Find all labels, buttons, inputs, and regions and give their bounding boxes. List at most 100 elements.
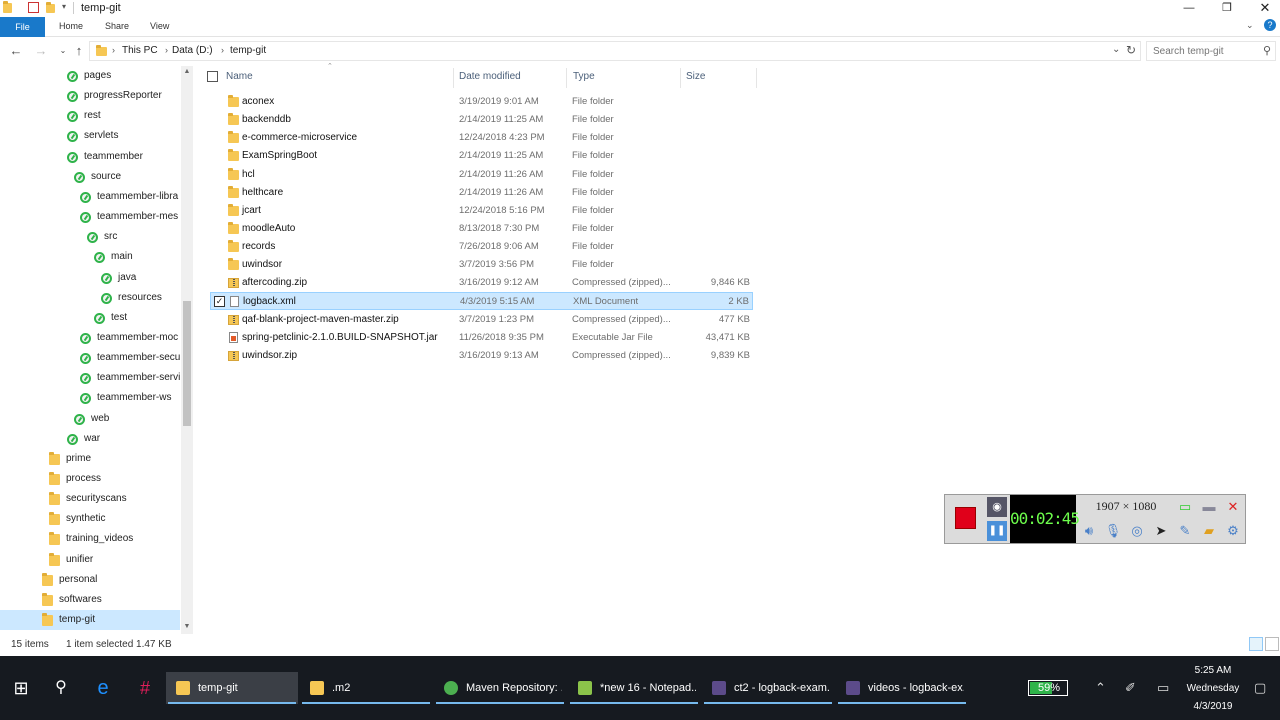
nav-tree-item[interactable]: process bbox=[0, 469, 180, 489]
nav-tree-item[interactable]: teammember-secu bbox=[0, 348, 180, 368]
nav-tree-item[interactable]: prime bbox=[0, 449, 180, 469]
nav-tree-item[interactable]: resources bbox=[0, 288, 180, 308]
notifications-icon[interactable]: ▢ bbox=[1254, 680, 1266, 696]
quick-access-dropdown-icon[interactable]: ▾ bbox=[62, 2, 72, 14]
file-row[interactable]: ExamSpringBoot 2/14/2019 11:25 AM File fol… bbox=[210, 147, 753, 165]
help-icon[interactable]: ? bbox=[1264, 19, 1276, 31]
search-icon[interactable]: ⚲ bbox=[40, 656, 82, 720]
nav-tree-item[interactable]: unifier bbox=[0, 550, 180, 570]
windows-start-icon[interactable]: ⊞ bbox=[0, 656, 42, 720]
nav-tree-item[interactable]: personal bbox=[0, 570, 180, 590]
column-divider[interactable] bbox=[680, 68, 681, 88]
nav-tree-item[interactable]: test bbox=[0, 308, 180, 328]
address-bar[interactable]: › This PC › Data (D:) › temp-git ⌄ ↻ bbox=[89, 41, 1141, 61]
nav-tree-item[interactable]: src bbox=[0, 227, 180, 247]
file-row[interactable]: aconex 3/19/2019 9:01 AM File folder bbox=[210, 93, 753, 111]
file-row[interactable]: e-commerce-microservice 12/24/2018 4:23 P… bbox=[210, 129, 753, 147]
webcam-icon[interactable]: ◎ bbox=[1127, 521, 1147, 541]
nav-tree-item[interactable]: teammember-ws bbox=[0, 388, 180, 408]
file-row[interactable]: qaf-blank-project-maven-master.zip 3/7/20… bbox=[210, 311, 753, 329]
nav-tree-item[interactable]: progressReporter bbox=[0, 86, 180, 106]
file-list-scrollbar[interactable] bbox=[1273, 66, 1280, 634]
microphone-icon[interactable]: 🎙︎ bbox=[1103, 521, 1123, 541]
nav-tree-item[interactable]: teammember bbox=[0, 147, 180, 167]
nav-tree-item[interactable]: teammember-moc bbox=[0, 328, 180, 348]
network-icon[interactable]: ▭ bbox=[1157, 680, 1169, 696]
address-dropdown-icon[interactable]: ⌄ bbox=[1112, 44, 1120, 55]
nav-tree-item[interactable]: teammember-servi bbox=[0, 368, 180, 388]
battery-indicator[interactable]: 59% bbox=[1028, 680, 1068, 696]
details-view-icon[interactable] bbox=[1249, 637, 1263, 651]
new-folder-icon[interactable] bbox=[46, 2, 55, 13]
file-row[interactable]: spring-petclinic-2.1.0.BUILD-SNAPSHOT.ja… bbox=[210, 329, 753, 347]
search-input[interactable] bbox=[1147, 42, 1275, 60]
cursor-icon[interactable]: ➤ bbox=[1151, 521, 1171, 541]
nav-tree-item[interactable]: training_videos bbox=[0, 529, 180, 549]
close-button[interactable]: ✕ bbox=[1246, 0, 1280, 16]
properties-icon[interactable] bbox=[28, 2, 39, 13]
recent-locations-icon[interactable]: ⌄ bbox=[55, 43, 71, 59]
open-folder-icon[interactable]: ▰ bbox=[1199, 521, 1219, 541]
camera-icon[interactable]: ◉ bbox=[987, 497, 1007, 517]
file-row[interactable]: moodleAuto 8/13/2018 7:30 PM File folder bbox=[210, 220, 753, 238]
search-icon[interactable]: ⚲ bbox=[1263, 44, 1271, 57]
taskbar-app-button[interactable]: temp-git bbox=[166, 672, 298, 704]
file-row[interactable]: hcl 2/14/2019 11:26 AM File folder bbox=[210, 166, 753, 184]
tab-home[interactable]: Home bbox=[59, 21, 83, 31]
taskbar-app-button[interactable]: .m2 bbox=[300, 672, 432, 704]
file-row[interactable]: jcart 12/24/2018 5:16 PM File folder bbox=[210, 202, 753, 220]
nav-tree-item[interactable]: web bbox=[0, 409, 180, 429]
settings-gear-icon[interactable]: ⚙ bbox=[1223, 521, 1243, 541]
speaker-icon[interactable]: 🔊︎ bbox=[1079, 521, 1099, 541]
nav-tree-item[interactable]: servlets bbox=[0, 126, 180, 146]
pause-icon[interactable]: ❚❚ bbox=[987, 521, 1007, 541]
nav-tree-item[interactable]: teammember-mes bbox=[0, 207, 180, 227]
search-box[interactable]: ⚲ bbox=[1146, 41, 1276, 61]
nav-tree-item[interactable]: synthetic bbox=[0, 509, 180, 529]
taskbar-app-button[interactable]: *new 16 - Notepad... bbox=[568, 672, 700, 704]
tab-file[interactable]: File bbox=[0, 17, 45, 37]
edge-icon[interactable]: e bbox=[82, 656, 124, 720]
nav-tree-item[interactable]: temp-git bbox=[0, 610, 180, 631]
nav-tree-item[interactable]: java bbox=[0, 268, 180, 288]
file-row[interactable]: ✓ logback.xml 4/3/2019 5:15 AM XML Document… bbox=[210, 292, 753, 311]
file-row[interactable]: helthcare 2/14/2019 11:26 AM File folder bbox=[210, 184, 753, 202]
column-header-size[interactable]: Size bbox=[686, 71, 705, 82]
column-header-type[interactable]: Type bbox=[573, 71, 595, 82]
row-checkbox[interactable]: ✓ bbox=[214, 296, 225, 308]
nav-tree-item[interactable]: pages bbox=[0, 66, 180, 86]
record-stop-button[interactable] bbox=[955, 507, 976, 529]
tab-view[interactable]: View bbox=[150, 21, 169, 31]
up-arrow-icon[interactable]: ↑ bbox=[71, 43, 87, 59]
nav-tree-item[interactable]: war bbox=[0, 429, 180, 449]
region-icon[interactable]: ▭ bbox=[1175, 497, 1195, 517]
pen-icon[interactable]: ✐ bbox=[1125, 680, 1136, 696]
column-divider[interactable] bbox=[566, 68, 567, 88]
nav-pane-scrollbar[interactable]: ▲ ▼ bbox=[181, 66, 193, 634]
expand-ribbon-icon[interactable]: ⌄ bbox=[1246, 20, 1254, 31]
large-icons-view-icon[interactable] bbox=[1265, 637, 1279, 651]
taskbar-app-button[interactable]: Maven Repository: ... bbox=[434, 672, 566, 704]
forward-arrow-icon[interactable]: → bbox=[33, 43, 49, 59]
breadcrumb-this-pc[interactable]: This PC bbox=[122, 45, 158, 56]
column-header-name[interactable]: Name bbox=[226, 71, 253, 82]
minimize-button[interactable]: — bbox=[1170, 0, 1208, 16]
nav-tree-item[interactable]: securityscans bbox=[0, 489, 180, 509]
nav-tree-item[interactable]: main bbox=[0, 247, 180, 267]
back-arrow-icon[interactable]: ← bbox=[8, 43, 24, 59]
tab-share[interactable]: Share bbox=[105, 21, 129, 31]
pencil-icon[interactable]: ✎ bbox=[1175, 521, 1195, 541]
nav-tree-item[interactable]: source bbox=[0, 167, 180, 187]
column-header-date[interactable]: Date modified bbox=[459, 71, 521, 82]
file-row[interactable]: uwindsor 3/7/2019 3:56 PM File folder bbox=[210, 256, 753, 274]
taskbar-app-button[interactable]: ct2 - logback-exam... bbox=[702, 672, 834, 704]
column-divider[interactable] bbox=[453, 68, 454, 88]
file-row[interactable]: records 7/26/2018 9:06 AM File folder bbox=[210, 238, 753, 256]
taskbar-app-button[interactable]: videos - logback-ex... bbox=[836, 672, 968, 704]
select-all-checkbox[interactable] bbox=[207, 71, 218, 82]
minimize-recorder-icon[interactable]: ▬ bbox=[1199, 497, 1219, 517]
breadcrumb-temp-git[interactable]: temp-git bbox=[230, 45, 266, 56]
file-row[interactable]: uwindsor.zip 3/16/2019 9:13 AM Compressed … bbox=[210, 347, 753, 365]
scrollbar-thumb[interactable] bbox=[183, 301, 191, 426]
column-divider[interactable] bbox=[756, 68, 757, 88]
